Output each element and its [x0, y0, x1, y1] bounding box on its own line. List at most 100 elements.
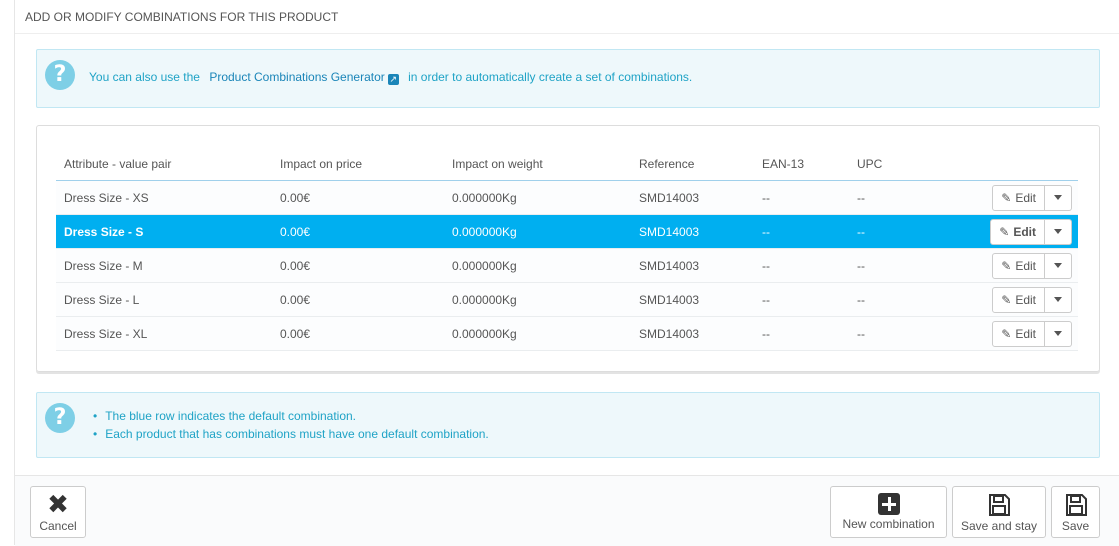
floppy-disk-icon	[1065, 494, 1087, 516]
row-actions: ✎ Edit	[992, 286, 1072, 313]
cell-reference: SMD14003	[631, 248, 754, 283]
pencil-icon: ✎	[999, 224, 1010, 239]
cell-upc: --	[849, 248, 917, 283]
edit-button[interactable]: ✎ Edit	[990, 218, 1045, 245]
edit-button[interactable]: ✎ Edit	[992, 184, 1045, 211]
cell-reference: SMD14003	[631, 316, 754, 351]
close-icon: ✖	[47, 490, 69, 520]
cell-reference: SMD14003	[631, 214, 754, 249]
cell-ean13: --	[754, 248, 849, 283]
cell-weight: 0.000000Kg	[444, 214, 631, 249]
table-row[interactable]: Dress Size - XL 0.00€ 0.000000Kg SMD1400…	[56, 316, 1078, 351]
info-alert: ? You can also use the Product Combinati…	[36, 49, 1100, 108]
cell-price: 0.00€	[272, 180, 444, 215]
panel-footer: ✖ Cancel New combination Save and stay S…	[15, 475, 1119, 546]
save-and-stay-button[interactable]: Save and stay	[952, 486, 1046, 538]
combinations-table-container: Attribute - value pair Impact on price I…	[36, 125, 1100, 372]
column-header-attribute: Attribute - value pair	[56, 148, 272, 181]
save-and-stay-label: Save and stay	[960, 519, 1038, 533]
row-actions-dropdown-button[interactable]	[1045, 320, 1072, 347]
info-suffix: in order to automatically create a set o…	[408, 70, 693, 84]
question-circle-icon: ?	[45, 60, 75, 90]
question-circle-icon: ?	[45, 403, 75, 433]
column-header-upc: UPC	[849, 148, 917, 181]
plus-square-icon	[877, 493, 900, 515]
row-actions-dropdown-button[interactable]	[1045, 252, 1072, 279]
cell-actions: ✎ Edit	[917, 180, 1078, 215]
table-header-row: Attribute - value pair Impact on price I…	[56, 148, 1078, 181]
cell-upc: --	[849, 282, 917, 317]
external-link-icon[interactable]: ↗	[387, 74, 399, 85]
cell-ean13: --	[754, 180, 849, 215]
combinations-panel: ADD OR MODIFY COMBINATIONS FOR THIS PROD…	[14, 0, 1119, 546]
table-row[interactable]: Dress Size - L 0.00€ 0.000000Kg SMD14003…	[56, 282, 1078, 317]
cancel-label: Cancel	[39, 519, 77, 533]
cell-weight: 0.000000Kg	[444, 316, 631, 351]
cell-reference: SMD14003	[631, 180, 754, 215]
edit-label: Edit	[1013, 224, 1036, 239]
row-actions-dropdown-button[interactable]	[1045, 218, 1072, 245]
row-actions: ✎ Edit	[992, 320, 1072, 347]
cell-weight: 0.000000Kg	[444, 180, 631, 215]
cell-upc: --	[849, 316, 917, 351]
panel-heading: ADD OR MODIFY COMBINATIONS FOR THIS PROD…	[15, 0, 1119, 34]
edit-button[interactable]: ✎ Edit	[992, 252, 1045, 279]
edit-label: Edit	[1015, 326, 1036, 341]
caret-down-icon	[1054, 331, 1062, 336]
caret-down-icon	[1054, 229, 1062, 234]
caret-down-icon	[1054, 195, 1062, 200]
table-row[interactable]: Dress Size - M 0.00€ 0.000000Kg SMD14003…	[56, 248, 1078, 283]
combinations-generator-link-label[interactable]: Product Combinations Generator	[209, 70, 384, 84]
edit-label: Edit	[1015, 292, 1036, 307]
cell-attribute: Dress Size - XS	[56, 180, 272, 215]
help-item-default-required: Each product that has combinations must …	[105, 425, 489, 443]
caret-down-icon	[1054, 263, 1062, 268]
cell-ean13: --	[754, 282, 849, 317]
floppy-disk-icon	[989, 494, 1010, 516]
cell-ean13: --	[754, 316, 849, 351]
table-row[interactable]: Dress Size - XS 0.00€ 0.000000Kg SMD1400…	[56, 180, 1078, 215]
edit-button[interactable]: ✎ Edit	[992, 286, 1045, 313]
pencil-icon: ✎	[1001, 258, 1012, 273]
cell-attribute: Dress Size - S	[56, 214, 272, 249]
table-row-default[interactable]: Dress Size - S 0.00€ 0.000000Kg SMD14003…	[56, 214, 1078, 249]
cell-attribute: Dress Size - M	[56, 248, 272, 283]
edit-button[interactable]: ✎ Edit	[992, 320, 1045, 347]
cell-upc: --	[849, 214, 917, 249]
caret-down-icon	[1054, 297, 1062, 302]
cell-price: 0.00€	[272, 316, 444, 351]
cancel-button[interactable]: ✖ Cancel	[30, 486, 86, 538]
help-alert: ? The blue row indicates the default com…	[36, 392, 1100, 458]
cell-price: 0.00€	[272, 282, 444, 317]
cell-attribute: Dress Size - XL	[56, 316, 272, 351]
info-prefix: You can also use the	[89, 70, 200, 84]
save-button[interactable]: Save	[1051, 486, 1100, 538]
row-actions-dropdown-button[interactable]	[1045, 286, 1072, 313]
cell-attribute: Dress Size - L	[56, 282, 272, 317]
row-actions: ✎ Edit	[990, 218, 1072, 245]
cell-upc: --	[849, 180, 917, 215]
pencil-icon: ✎	[1001, 326, 1012, 341]
column-header-ean13: EAN-13	[754, 148, 849, 181]
edit-label: Edit	[1015, 190, 1036, 205]
panel-title: ADD OR MODIFY COMBINATIONS FOR THIS PROD…	[25, 10, 339, 24]
cell-price: 0.00€	[272, 214, 444, 249]
column-header-reference: Reference	[631, 148, 754, 181]
cell-weight: 0.000000Kg	[444, 248, 631, 283]
help-list: The blue row indicates the default combi…	[105, 407, 489, 443]
pencil-icon: ✎	[1001, 190, 1012, 205]
column-header-weight: Impact on weight	[444, 148, 631, 181]
edit-label: Edit	[1015, 258, 1036, 273]
cell-actions: ✎ Edit	[917, 214, 1078, 249]
row-actions-dropdown-button[interactable]	[1045, 184, 1072, 211]
combinations-generator-link[interactable]: Product Combinations Generator ↗	[209, 70, 399, 85]
column-header-price: Impact on price	[272, 148, 444, 181]
row-actions: ✎ Edit	[992, 252, 1072, 279]
cell-reference: SMD14003	[631, 282, 754, 317]
combinations-table: Attribute - value pair Impact on price I…	[56, 148, 1078, 351]
column-header-actions	[917, 148, 1078, 181]
cell-actions: ✎ Edit	[917, 316, 1078, 351]
new-combination-label: New combination	[842, 517, 935, 531]
cell-actions: ✎ Edit	[917, 248, 1078, 283]
new-combination-button[interactable]: New combination	[830, 486, 947, 538]
